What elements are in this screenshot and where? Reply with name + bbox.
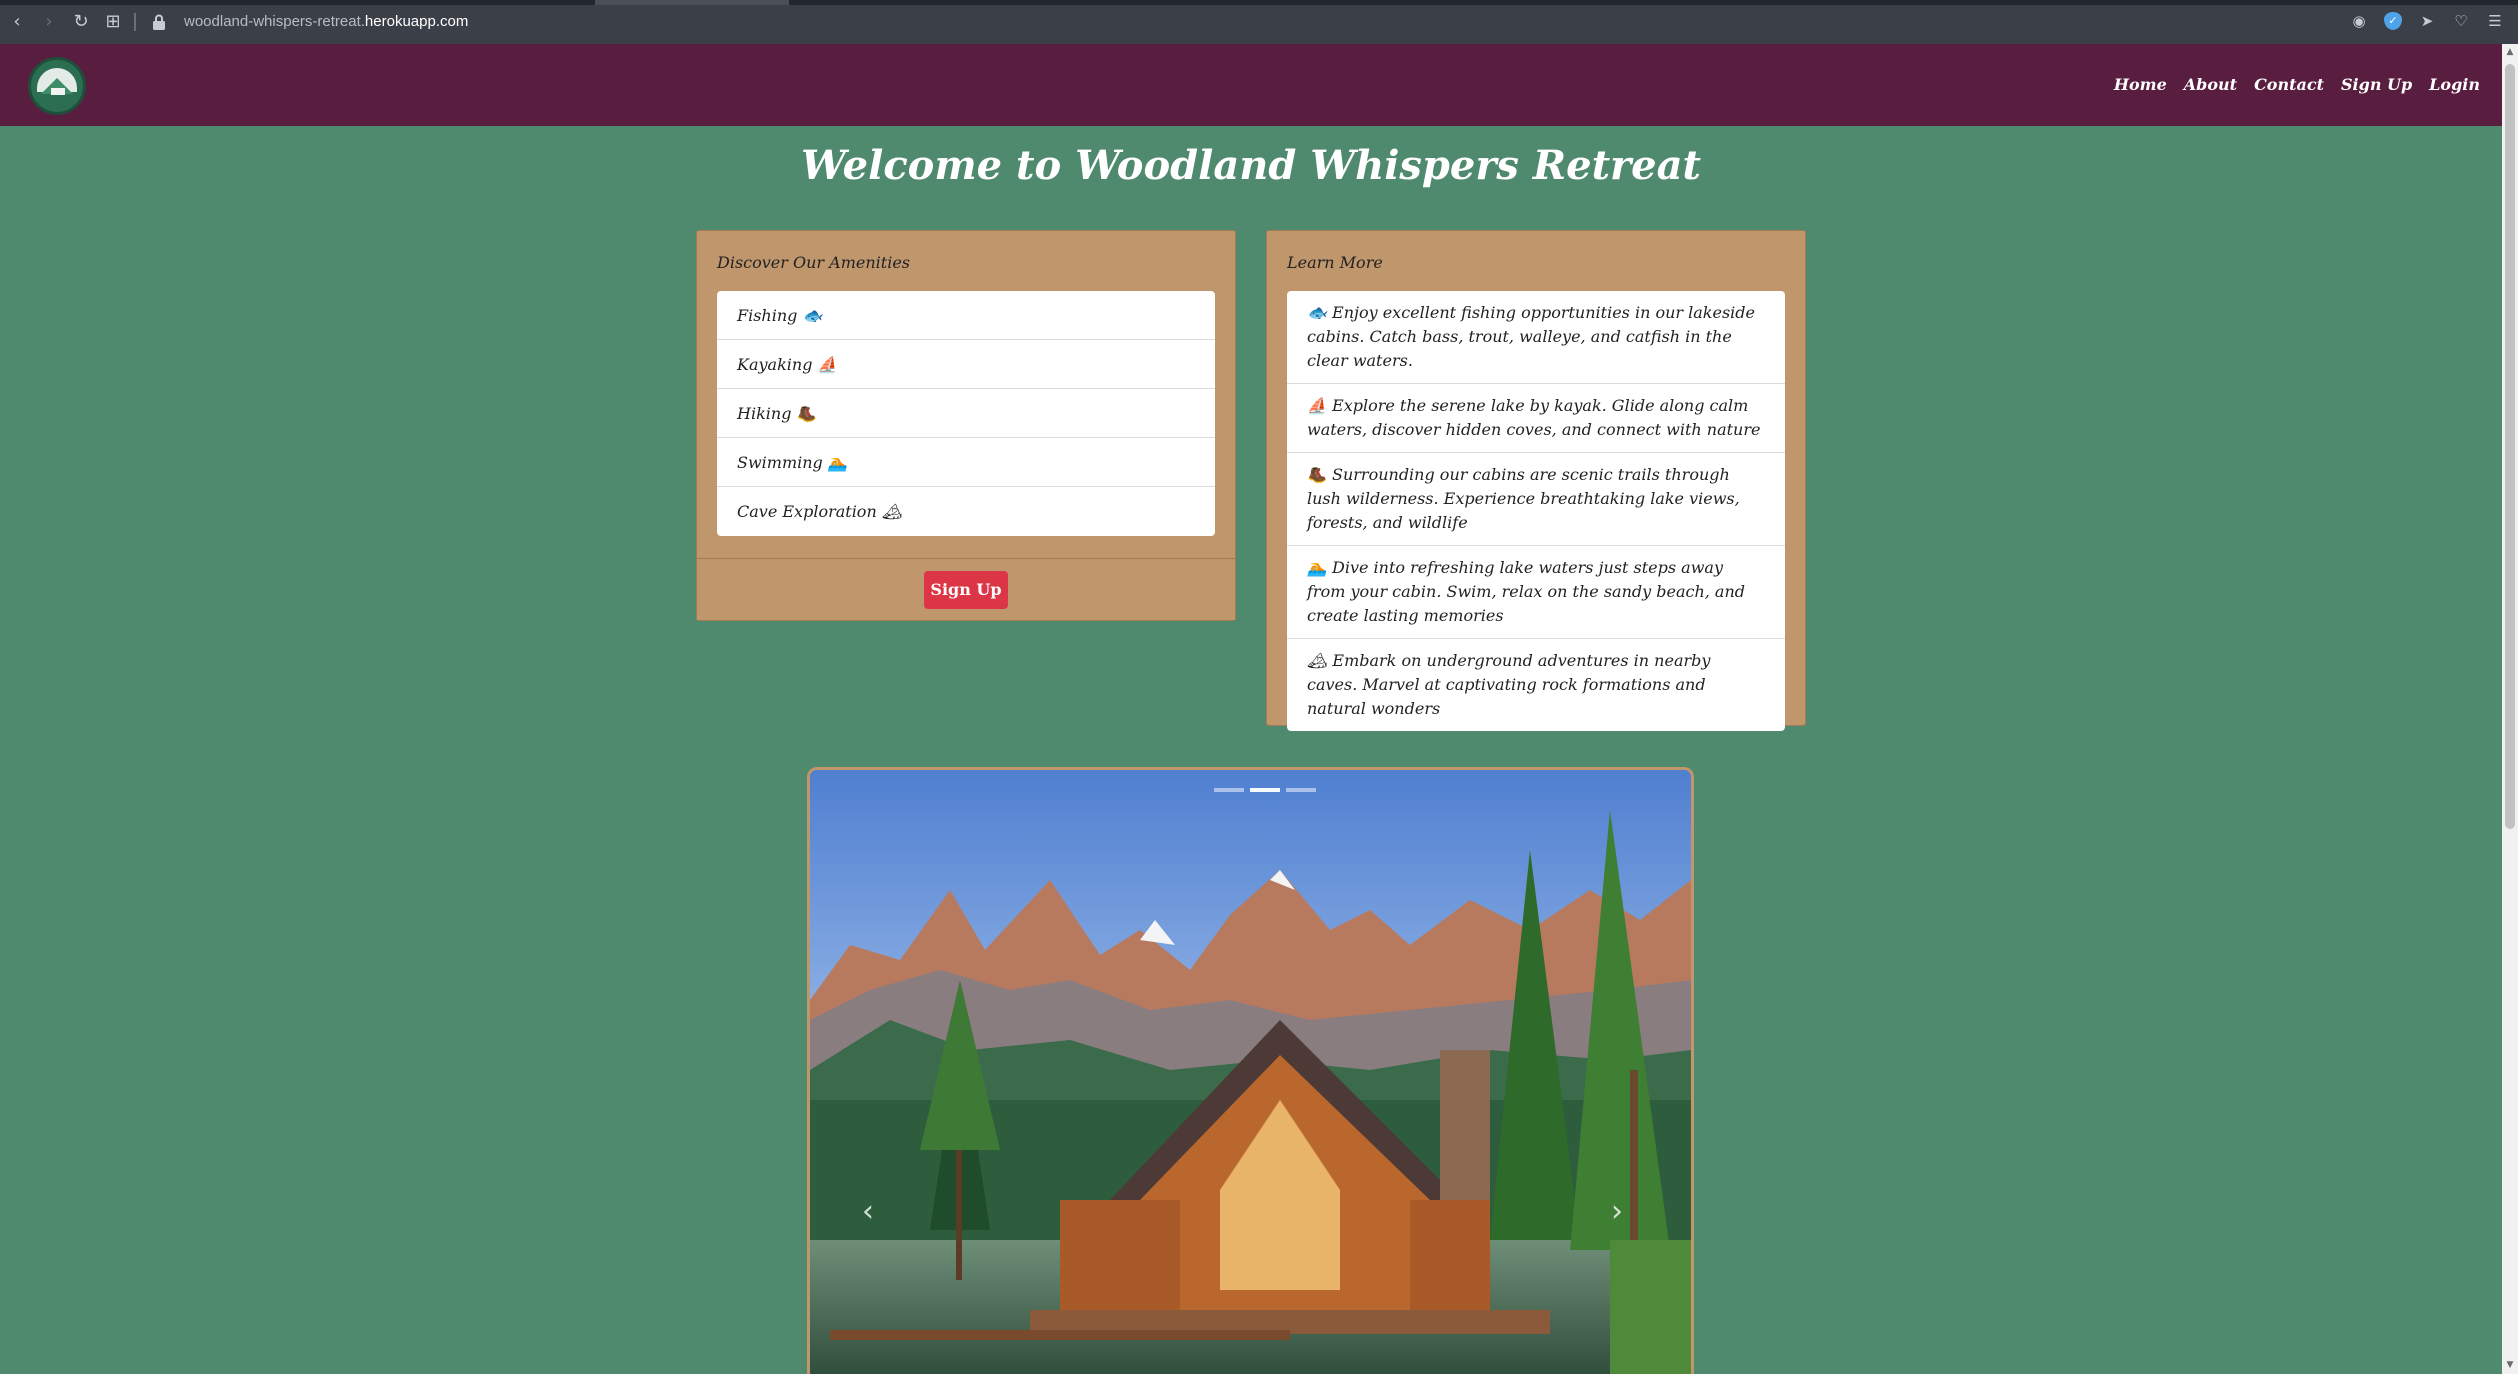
camera-icon[interactable]: ◉ xyxy=(2350,12,2368,30)
nav-contact-link[interactable]: Contact xyxy=(2254,73,2324,97)
amenity-item-swimming: Swimming 🏊 xyxy=(717,438,1215,487)
amenity-item-fishing: Fishing 🐟 xyxy=(717,291,1215,340)
carousel-indicators xyxy=(1214,788,1316,792)
address-bar[interactable]: woodland-whispers-retreat.herokuapp.com xyxy=(184,12,468,32)
amenities-card: Discover Our Amenities Fishing 🐟 Kayakin… xyxy=(696,230,1236,621)
tab-strip xyxy=(0,0,2518,5)
amenities-header: Discover Our Amenities xyxy=(717,253,910,272)
nav-home-link[interactable]: Home xyxy=(2114,73,2167,97)
tabs-grid-icon[interactable]: ⊞ xyxy=(102,11,124,33)
learn-item-cave-exploration: 🏔 Embark on underground adventures in ne… xyxy=(1307,651,1711,718)
page-scrollbar[interactable]: ▲ ▼ xyxy=(2502,44,2518,1374)
learn-item-kayaking: ⛵ Explore the serene lake by kayak. Glid… xyxy=(1287,384,1785,453)
active-tab[interactable] xyxy=(595,0,789,5)
amenity-item-cave-exploration: Cave Exploration 🏔 xyxy=(737,502,903,521)
carousel-prev-icon[interactable]: ‹ xyxy=(848,1192,888,1232)
heart-icon[interactable]: ♡ xyxy=(2452,12,2470,30)
url-domain: herokuapp.com xyxy=(364,13,469,30)
amenity-item-kayaking: Kayaking ⛵ xyxy=(717,340,1215,389)
site-logo[interactable] xyxy=(28,57,86,115)
signup-button[interactable]: Sign Up xyxy=(924,571,1008,609)
scroll-down-icon[interactable]: ▼ xyxy=(2505,1360,2515,1370)
learn-more-card: Learn More 🐟 Enjoy excellent fishing opp… xyxy=(1266,230,1806,731)
amenities-footer: Sign Up xyxy=(697,558,1235,620)
nav-about-link[interactable]: About xyxy=(2184,73,2237,97)
forward-icon[interactable]: › xyxy=(38,11,60,33)
browser-actions: ◉ ✓ ➤ ♡ ☰ xyxy=(2350,12,2504,30)
carousel-indicator[interactable] xyxy=(1214,788,1244,792)
site-navbar: Home About Contact Sign Up Login xyxy=(0,44,2502,126)
scroll-up-icon[interactable]: ▲ xyxy=(2505,47,2515,57)
back-icon[interactable]: ‹ xyxy=(6,11,28,33)
browser-toolbar: ‹ › ↻ ⊞ woodland-whispers-retreat.heroku… xyxy=(0,0,2518,44)
carousel-indicator[interactable] xyxy=(1286,788,1316,792)
reload-icon[interactable]: ↻ xyxy=(70,11,92,33)
cabin-lake-image xyxy=(810,770,1691,1374)
learn-more-header: Learn More xyxy=(1287,253,1383,272)
send-icon[interactable]: ➤ xyxy=(2418,12,2436,30)
nav-links: Home About Contact Sign Up Login xyxy=(2114,73,2480,97)
amenities-list: Fishing 🐟 Kayaking ⛵ Hiking 🥾 Swimming 🏊… xyxy=(717,291,1215,536)
lock-icon xyxy=(153,14,165,30)
nav-login-link[interactable]: Login xyxy=(2429,73,2480,97)
logo-cabin xyxy=(51,88,65,95)
carousel-next-icon[interactable]: › xyxy=(1597,1192,1637,1232)
url-separator xyxy=(134,13,136,31)
url-prefix: woodland-whispers-retreat. xyxy=(184,13,365,30)
learn-item-hiking: 🥾 Surrounding our cabins are scenic trai… xyxy=(1287,453,1785,546)
shield-icon[interactable]: ✓ xyxy=(2384,12,2402,30)
learn-item-fishing: 🐟 Enjoy excellent fishing opportunities … xyxy=(1287,291,1785,384)
menu-icon[interactable]: ☰ xyxy=(2486,12,2504,30)
learn-item-swimming: 🏊 Dive into refreshing lake waters just … xyxy=(1287,546,1785,639)
scroll-thumb[interactable] xyxy=(2505,64,2515,829)
page-title: Welcome to Woodland Whispers Retreat xyxy=(801,142,1701,189)
amenity-item-hiking: Hiking 🥾 xyxy=(717,389,1215,438)
learn-more-list: 🐟 Enjoy excellent fishing opportunities … xyxy=(1287,291,1785,731)
carousel-indicator[interactable] xyxy=(1250,788,1280,792)
image-carousel[interactable]: ‹ › xyxy=(807,767,1694,1374)
nav-signup-link[interactable]: Sign Up xyxy=(2341,73,2412,97)
